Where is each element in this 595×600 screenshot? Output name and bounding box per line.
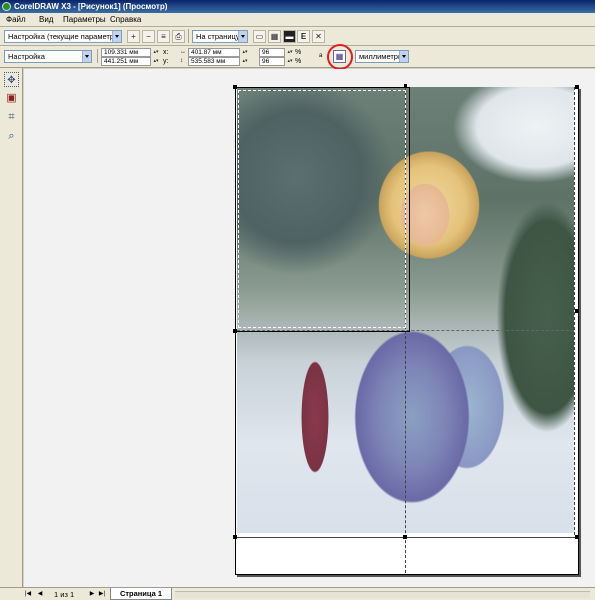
y-label: y: xyxy=(163,58,169,65)
close-preview-icon[interactable]: ✕ xyxy=(312,30,325,43)
scale-x-field[interactable]: 96 xyxy=(259,48,285,57)
spin-arrows-icon[interactable]: ▴▾ xyxy=(286,48,294,57)
scale-y-field[interactable]: 96 xyxy=(259,57,285,66)
percent-label: % xyxy=(295,58,302,65)
pick-tool-icon[interactable]: ✥ xyxy=(4,72,19,87)
height-field[interactable]: 535.583 мм xyxy=(188,57,240,66)
layout-preset-value: Настройка xyxy=(8,52,45,61)
next-page-icon[interactable]: ▶ xyxy=(88,590,96,599)
toolbar-separator xyxy=(188,29,189,43)
title-bar: CorelDRAW X3 - [Рисунок1] (Просмотр) xyxy=(0,0,595,13)
tile-printable-area xyxy=(238,90,406,328)
page-count: 1 из 1 xyxy=(54,590,75,599)
width-icon: ↔ xyxy=(180,49,186,55)
image-bottom-edge xyxy=(237,537,577,538)
chevron-down-icon xyxy=(238,31,247,42)
emulsion-icon[interactable]: E xyxy=(297,30,310,43)
print-icon[interactable]: ⎙ xyxy=(172,30,185,43)
menu-options[interactable]: Параметры xyxy=(63,15,106,25)
print-style-dropdown[interactable]: Настройка (текущие параметры xyxy=(4,30,122,43)
lock-ratio-icon[interactable]: a xyxy=(319,52,322,61)
chevron-down-icon xyxy=(82,51,91,62)
print-options-icon[interactable]: ≡ xyxy=(157,30,170,43)
page-tab[interactable]: Страница 1 xyxy=(110,588,172,600)
selection-handle[interactable] xyxy=(575,85,579,89)
units-dropdown[interactable]: миллиметры xyxy=(355,50,409,63)
full-screen-icon[interactable]: ▭ xyxy=(253,30,266,43)
spin-arrows-icon[interactable]: ▴▾ xyxy=(152,57,160,66)
chevron-down-icon xyxy=(399,51,408,62)
coreldraw-app-icon xyxy=(2,2,11,11)
remove-preset-icon[interactable]: − xyxy=(142,30,155,43)
selection-handle[interactable] xyxy=(233,329,237,333)
imposition-tool-icon[interactable]: ▣ xyxy=(4,91,19,106)
page-navigator: |◀ ◀ 1 из 1 ▶ ▶| Страница 1 xyxy=(0,587,595,600)
y-position-field[interactable]: 441.251 мм xyxy=(101,57,151,66)
first-page-icon[interactable]: |◀ xyxy=(24,590,32,599)
layout-preset-dropdown[interactable]: Настройка xyxy=(4,50,92,63)
selection-handle[interactable] xyxy=(575,535,579,539)
zoom-dropdown[interactable]: На страницу xyxy=(192,30,248,43)
height-icon: ↕ xyxy=(180,58,183,64)
window-title: CorelDRAW X3 - [Рисунок1] (Просмотр) xyxy=(14,2,168,11)
horizontal-scrollbar[interactable] xyxy=(175,591,590,598)
selection-handle[interactable] xyxy=(233,535,237,539)
spin-arrows-icon[interactable]: ▴▾ xyxy=(286,57,294,66)
zoom-value: На страницу xyxy=(196,32,240,41)
separations-icon[interactable]: ▦ xyxy=(268,30,281,43)
spin-arrows-icon[interactable]: ▴▾ xyxy=(152,48,160,57)
zoom-tool-icon[interactable]: ⌕ xyxy=(4,129,19,144)
print-preview-toolbar: Настройка (текущие параметры + − ≡ ⎙ На … xyxy=(0,27,595,46)
selection-handle[interactable] xyxy=(404,84,407,87)
menu-file[interactable]: Файл xyxy=(6,15,26,25)
marks-placement-tool-icon[interactable]: ⌗ xyxy=(4,110,19,125)
prev-page-icon[interactable]: ◀ xyxy=(36,590,44,599)
invert-icon[interactable]: ▬ xyxy=(283,30,296,43)
selection-handle[interactable] xyxy=(575,309,579,313)
last-page-icon[interactable]: ▶| xyxy=(98,590,106,599)
selection-handle[interactable] xyxy=(233,85,237,89)
menu-help[interactable]: Справка xyxy=(110,15,141,25)
x-position-field[interactable]: 109.331 мм xyxy=(101,48,151,57)
spin-arrows-icon[interactable]: ▴▾ xyxy=(241,57,249,66)
toolbox: ✥ ▣ ⌗ ⌕ xyxy=(0,68,23,588)
selection-handle[interactable] xyxy=(403,535,407,539)
highlight-circle xyxy=(327,44,353,70)
print-style-value: Настройка (текущие параметры xyxy=(8,32,120,41)
toolbar-separator xyxy=(97,49,98,63)
menu-view[interactable]: Вид xyxy=(39,15,53,25)
percent-label: % xyxy=(295,49,302,56)
units-value: миллиметры xyxy=(359,52,404,61)
spin-arrows-icon[interactable]: ▴▾ xyxy=(241,48,249,57)
width-field[interactable]: 401.87 мм xyxy=(188,48,240,57)
x-label: x: xyxy=(163,49,169,56)
menu-bar: Файл Вид Параметры Справка xyxy=(0,13,595,27)
property-bar: Настройка 109.331 мм ▴▾ x: 441.251 мм ▴▾… xyxy=(0,46,595,68)
add-preset-icon[interactable]: + xyxy=(127,30,140,43)
chevron-down-icon xyxy=(112,31,121,42)
